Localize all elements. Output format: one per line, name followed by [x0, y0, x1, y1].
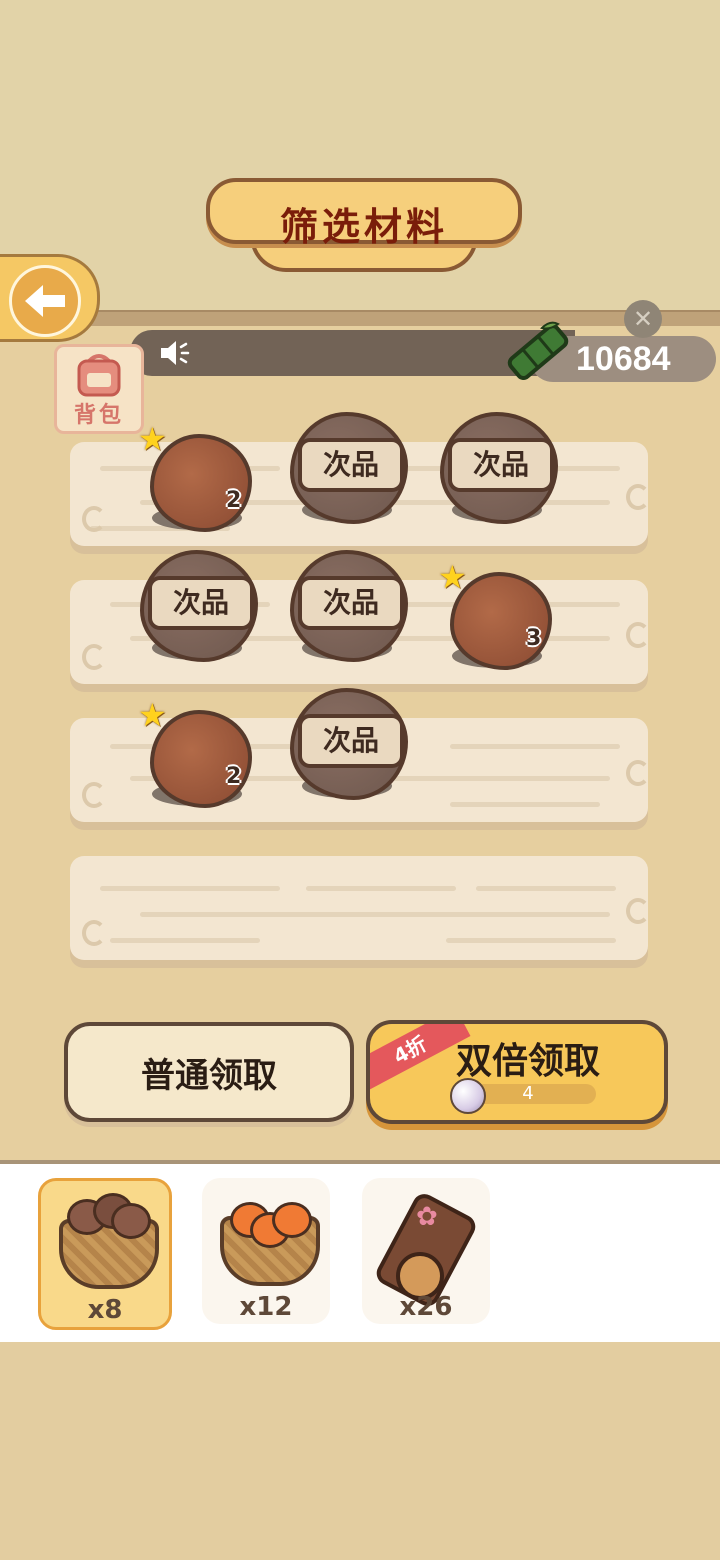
speaker-icon[interactable]	[158, 338, 192, 372]
shelf-row	[70, 856, 650, 960]
material-item-defect[interactable]: 次品	[284, 406, 414, 536]
item-count: 2	[226, 488, 242, 513]
defect-label: 次品	[298, 438, 404, 492]
bottom-background	[0, 1342, 720, 1560]
double-claim-label: 双倍领取	[456, 1041, 601, 1082]
bamboo-icon	[507, 321, 569, 381]
star-icon: ★	[138, 420, 167, 458]
defect-label: 次品	[148, 576, 254, 630]
defect-label: 次品	[448, 438, 554, 492]
item-count: 3	[526, 626, 542, 651]
inventory-count: x8	[87, 1295, 123, 1325]
discount-badge: 4折	[370, 1024, 471, 1093]
material-item-defect[interactable]: 次品	[284, 544, 414, 674]
panel-rail	[0, 310, 720, 326]
normal-claim-button[interactable]: 普通领取	[64, 1022, 354, 1122]
flower-icon: ✿	[416, 1202, 438, 1232]
inventory-slot-carrot[interactable]: x12	[202, 1178, 330, 1324]
star-icon: ★	[438, 558, 467, 596]
material-item-good[interactable]: ★ 3	[434, 552, 564, 682]
pearl-icon	[450, 1078, 486, 1114]
item-count: 2	[226, 764, 242, 789]
backpack-label: 背包	[73, 403, 124, 428]
material-item-defect[interactable]: 次品	[434, 406, 564, 536]
material-item-good[interactable]: ★ 2	[134, 414, 264, 544]
star-icon: ★	[138, 696, 167, 734]
backpack-button[interactable]: 背包	[54, 344, 144, 434]
material-item-defect[interactable]: 次品	[134, 544, 264, 674]
defect-label: 次品	[298, 576, 404, 630]
material-item-defect[interactable]: 次品	[284, 682, 414, 812]
currency-value: 10684	[576, 340, 671, 378]
inventory-slot-potato[interactable]: x8	[38, 1178, 172, 1330]
page-title: 筛选材料	[279, 205, 448, 249]
close-button[interactable]: ✕	[624, 300, 662, 338]
backpack-icon	[77, 354, 121, 397]
inventory-count: x12	[239, 1292, 293, 1322]
back-button[interactable]	[0, 254, 100, 342]
double-claim-button[interactable]: 4折 双倍领取 4	[366, 1020, 668, 1124]
defect-label: 次品	[298, 714, 404, 768]
material-item-good[interactable]: ★ 2	[134, 690, 264, 820]
inventory-slot-wood[interactable]: ✿ x26	[362, 1178, 490, 1324]
back-arrow-icon	[9, 265, 81, 337]
inventory-count: x26	[399, 1292, 453, 1322]
